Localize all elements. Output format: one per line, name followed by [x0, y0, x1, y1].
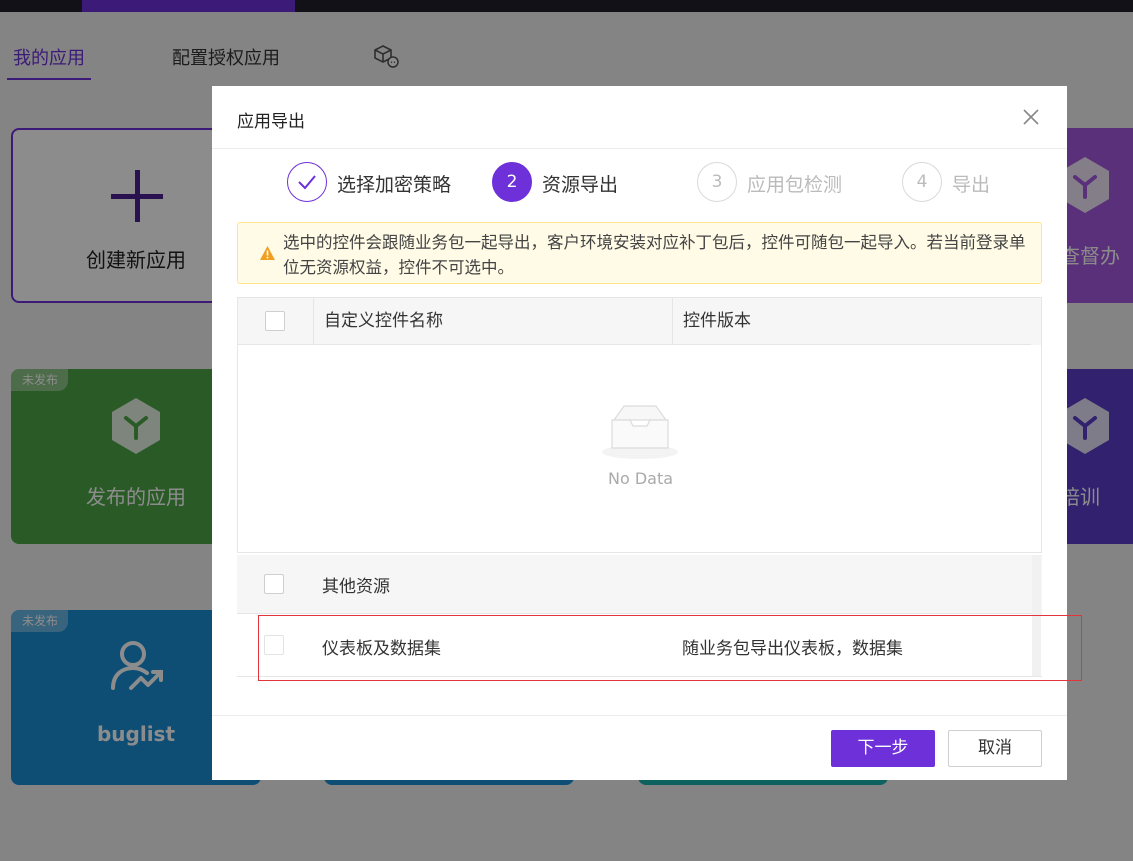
close-icon[interactable]: [1021, 107, 1041, 127]
column-control-version: 控件版本: [672, 298, 1031, 345]
dialog-footer: 下一步 取消: [212, 715, 1067, 780]
next-step-button[interactable]: 下一步: [831, 730, 935, 767]
step-label: 选择加密策略: [337, 174, 452, 196]
table-header: 自定义控件名称 控件版本: [238, 298, 1031, 345]
step-label: 应用包检测: [747, 174, 843, 196]
step-label: 资源导出: [542, 174, 619, 196]
warning-alert: 选中的控件会跟随业务包一起导出，客户环境安装对应补丁包后，控件可随包一起导入。若…: [237, 222, 1042, 284]
checkmark-icon: [298, 175, 316, 190]
step-number: 4: [902, 162, 942, 202]
export-steps: 选择加密策略 2 资源导出 3 应用包检测 4 导出: [212, 162, 1067, 204]
warning-icon: [260, 246, 275, 260]
step-done-circle: [287, 162, 327, 202]
step-number: 2: [492, 162, 532, 202]
header-scroll-gutter: [1031, 298, 1041, 345]
other-resources-header: 其他资源: [237, 555, 1042, 614]
dialog-title: 应用导出: [237, 112, 305, 132]
cancel-button[interactable]: 取消: [948, 730, 1042, 767]
alert-message: 选中的控件会跟随业务包一起导出，客户环境安装对应补丁包后，控件可随包一起导入。若…: [283, 233, 1026, 277]
empty-inbox-icon: [602, 405, 678, 459]
other-resources-title: 其他资源: [322, 577, 390, 597]
custom-controls-table: 自定义控件名称 控件版本 No Data: [237, 297, 1042, 553]
dialog-header: 应用导出: [212, 86, 1067, 149]
highlight-box: [258, 615, 1082, 681]
column-control-name: 自定义控件名称: [313, 298, 672, 345]
other-resources-select-all-checkbox[interactable]: [264, 574, 284, 594]
empty-state-text: No Data: [607, 469, 674, 488]
select-all-checkbox[interactable]: [265, 311, 285, 331]
step-label: 导出: [952, 174, 991, 196]
step-number: 3: [697, 162, 737, 202]
